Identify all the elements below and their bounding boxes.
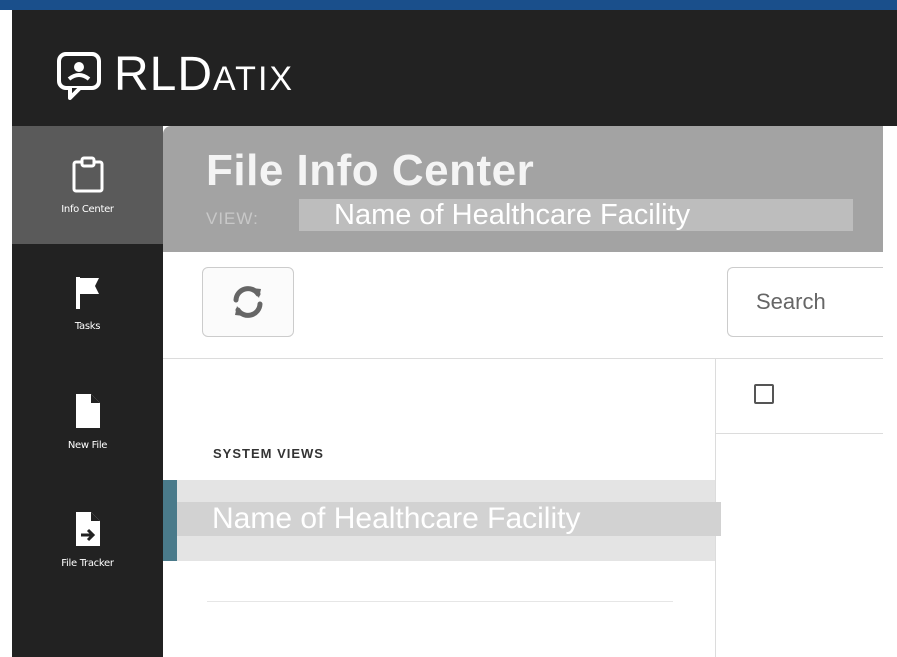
sidebar-item-label: New File bbox=[67, 439, 108, 451]
file-arrow-icon bbox=[73, 510, 103, 548]
refresh-icon bbox=[228, 282, 268, 322]
clipboard-icon bbox=[71, 156, 105, 194]
page-header: File Info Center VIEW: Name of Healthcar… bbox=[163, 126, 897, 252]
logo-mark-icon bbox=[56, 50, 106, 100]
sidebar-item-info-center[interactable]: Info Center bbox=[12, 126, 163, 244]
sidebar-nav: Info Center Tasks New File File Tracker bbox=[12, 126, 163, 657]
app-header: RLDATIX bbox=[12, 10, 897, 126]
refresh-button[interactable] bbox=[202, 267, 294, 337]
sidebar-item-label: Info Center bbox=[61, 203, 114, 215]
section-title-system-views: SYSTEM VIEWS bbox=[213, 446, 324, 461]
page-title: File Info Center bbox=[206, 146, 535, 195]
sidebar-item-label: Tasks bbox=[74, 320, 101, 332]
divider bbox=[207, 601, 673, 602]
sidebar-item-tasks[interactable]: Tasks bbox=[12, 244, 163, 362]
toolbar bbox=[163, 252, 897, 359]
brand-logo[interactable]: RLDATIX bbox=[56, 50, 294, 100]
file-icon bbox=[73, 392, 103, 430]
view-label: VIEW: bbox=[206, 209, 259, 228]
sidebar-item-file-tracker[interactable]: File Tracker bbox=[12, 480, 163, 598]
grid-header bbox=[716, 359, 897, 434]
top-accent-bar bbox=[0, 0, 897, 10]
search-input[interactable] bbox=[727, 267, 897, 337]
logo-wordmark: RLDATIX bbox=[114, 48, 295, 101]
left-edge bbox=[0, 10, 12, 657]
views-panel: SYSTEM VIEWS Name of Healthcare Facility bbox=[163, 359, 721, 657]
sidebar-item-new-file[interactable]: New File bbox=[12, 362, 163, 480]
sidebar-item-label: File Tracker bbox=[61, 557, 114, 569]
selected-indicator bbox=[163, 480, 177, 561]
current-view-value[interactable]: Name of Healthcare Facility bbox=[299, 199, 853, 231]
select-all-checkbox[interactable] bbox=[754, 384, 774, 404]
right-edge bbox=[883, 126, 897, 657]
view-item-selected[interactable]: Name of Healthcare Facility bbox=[163, 480, 721, 561]
flag-icon bbox=[73, 275, 103, 311]
view-item-label: Name of Healthcare Facility bbox=[177, 502, 721, 536]
